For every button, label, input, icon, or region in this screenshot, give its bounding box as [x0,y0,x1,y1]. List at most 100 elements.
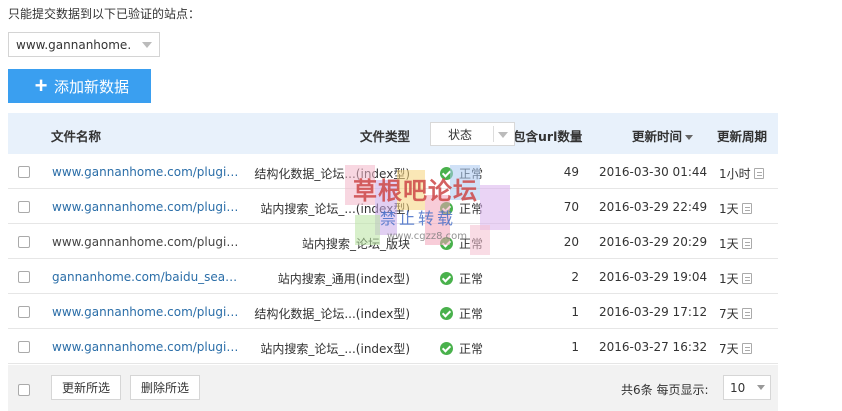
delete-selected-button[interactable]: 删除所选 [130,375,201,400]
status-cell: 正常 [440,235,483,252]
header-update-time[interactable]: 更新时间 [632,126,694,145]
update-time: 2016-03-27 16:32 [599,340,708,354]
update-time: 2016-03-29 20:29 [599,235,708,249]
chevron-down-icon [498,132,508,138]
add-data-button-label: 添加新数据 [54,78,130,96]
edit-icon[interactable] [741,308,752,319]
chevron-down-icon [757,385,765,390]
status-filter-value: 状态 [448,127,473,142]
update-period: 1天 [719,202,739,216]
table-row: www.gannanhome.com/plugin.p... 结构化数据_论坛.… [8,294,778,329]
status-cell: 正常 [440,340,483,357]
update-period-cell: 1天 [719,270,752,287]
update-period-cell: 1天 [719,200,752,217]
select-divider [493,126,494,142]
update-selected-button[interactable]: 更新所选 [51,375,122,400]
status-cell: 正常 [440,270,483,287]
edit-icon[interactable] [741,273,752,284]
select-all-checkbox[interactable] [18,384,30,396]
url-count: 1 [571,340,579,354]
file-name-link[interactable]: www.gannanhome.com/plugin.p... [52,200,240,214]
pager-summary: 共6条 每页显示: [621,383,709,397]
file-type: 站内搜索_论坛_版块 [301,237,410,251]
page-size-value: 10 [730,380,746,395]
file-name-link[interactable]: www.gannanhome.com/plugin.p... [52,340,240,354]
header-url-count: 包含url数量 [513,129,583,144]
table-row: www.gannanhome.com/plugin.p... 站内搜索_论坛_.… [8,329,778,364]
file-name-link[interactable]: gannanhome.com/baidu_search... [52,270,240,284]
update-period-cell: 1小时 [719,165,764,182]
plus-icon: + [34,73,48,98]
data-table: 文件名称 文件类型 状态 包含url数量 更新时间 更新周期 www.ganna… [8,113,778,411]
status-text: 正常 [459,202,484,216]
file-type: 站内搜索_论坛_...(index型) [260,342,410,356]
check-circle-icon [440,167,453,180]
status-text: 正常 [459,342,484,356]
row-checkbox[interactable] [18,201,30,213]
file-name-link[interactable]: www.gannanhome.com/plugin.p... [52,165,240,179]
edit-icon[interactable] [741,238,752,249]
header-file-name: 文件名称 [51,129,102,144]
check-circle-icon [440,272,453,285]
url-count: 1 [571,305,579,319]
status-cell: 正常 [440,305,483,322]
chevron-down-icon [142,42,152,48]
add-data-button[interactable]: + 添加新数据 [8,69,151,103]
status-text: 正常 [459,237,484,251]
check-circle-icon [440,342,453,355]
file-type: 结构化数据_论坛...(index型) [254,307,410,321]
table-footer: 更新所选 删除所选 共6条 每页显示: 10 [8,365,778,411]
status-cell: 正常 [440,200,483,217]
check-circle-icon [440,237,453,250]
update-period: 1天 [719,237,739,251]
row-checkbox[interactable] [18,271,30,283]
url-count: 49 [563,165,579,179]
table-row: www.gannanhome.com/plugin.p... 站内搜索_论坛_.… [8,189,778,224]
file-type: 站内搜索_通用(index型) [277,272,410,286]
site-select-value: www.gannanhome.c [16,37,131,52]
check-circle-icon [440,202,453,215]
update-period: 7天 [719,307,739,321]
status-text: 正常 [459,167,484,181]
site-select[interactable]: www.gannanhome.c [8,32,160,57]
status-cell: 正常 [440,165,483,182]
table-row: gannanhome.com/baidu_search... 站内搜索_通用(i… [8,259,778,294]
status-text: 正常 [459,307,484,321]
file-type: 站内搜索_论坛_...(index型) [260,202,410,216]
table-row: www.gannanhome.com/plugin.p... 站内搜索_论坛_版… [8,224,778,259]
update-period: 1小时 [719,167,751,181]
update-period-cell: 7天 [719,305,752,322]
file-type: 结构化数据_论坛...(index型) [254,167,410,181]
update-period-cell: 7天 [719,340,752,357]
row-checkbox[interactable] [18,236,30,248]
update-period: 7天 [719,342,739,356]
edit-icon[interactable] [753,168,764,179]
update-time: 2016-03-29 17:12 [599,305,708,319]
update-time: 2016-03-29 22:49 [599,200,708,214]
row-checkbox[interactable] [18,341,30,353]
url-count: 70 [563,200,579,214]
file-name-link[interactable]: www.gannanhome.com/plugin.p... [52,305,240,319]
sort-down-icon [685,135,694,140]
table-header: 文件名称 文件类型 状态 包含url数量 更新时间 更新周期 [8,113,778,154]
header-update-time-label: 更新时间 [632,129,683,144]
header-file-type: 文件类型 [360,129,411,144]
update-period: 1天 [719,272,739,286]
page-size-select[interactable]: 10 [723,375,771,400]
row-checkbox[interactable] [18,166,30,178]
update-time: 2016-03-30 01:44 [599,165,708,179]
row-checkbox[interactable] [18,306,30,318]
update-period-cell: 1天 [719,235,752,252]
edit-icon[interactable] [741,203,752,214]
url-count: 2 [571,270,579,284]
edit-icon[interactable] [741,343,752,354]
file-name-link[interactable]: www.gannanhome.com/plugin.p... [52,235,240,249]
intro-text: 只能提交数据到以下已验证的站点： [8,7,201,21]
url-count: 20 [563,235,579,249]
update-time: 2016-03-29 19:04 [599,270,708,284]
header-update-period: 更新周期 [717,129,768,144]
status-filter-select[interactable]: 状态 [430,122,515,146]
table-row: www.gannanhome.com/plugin.p... 结构化数据_论坛.… [8,154,778,189]
status-text: 正常 [459,272,484,286]
check-circle-icon [440,307,453,320]
